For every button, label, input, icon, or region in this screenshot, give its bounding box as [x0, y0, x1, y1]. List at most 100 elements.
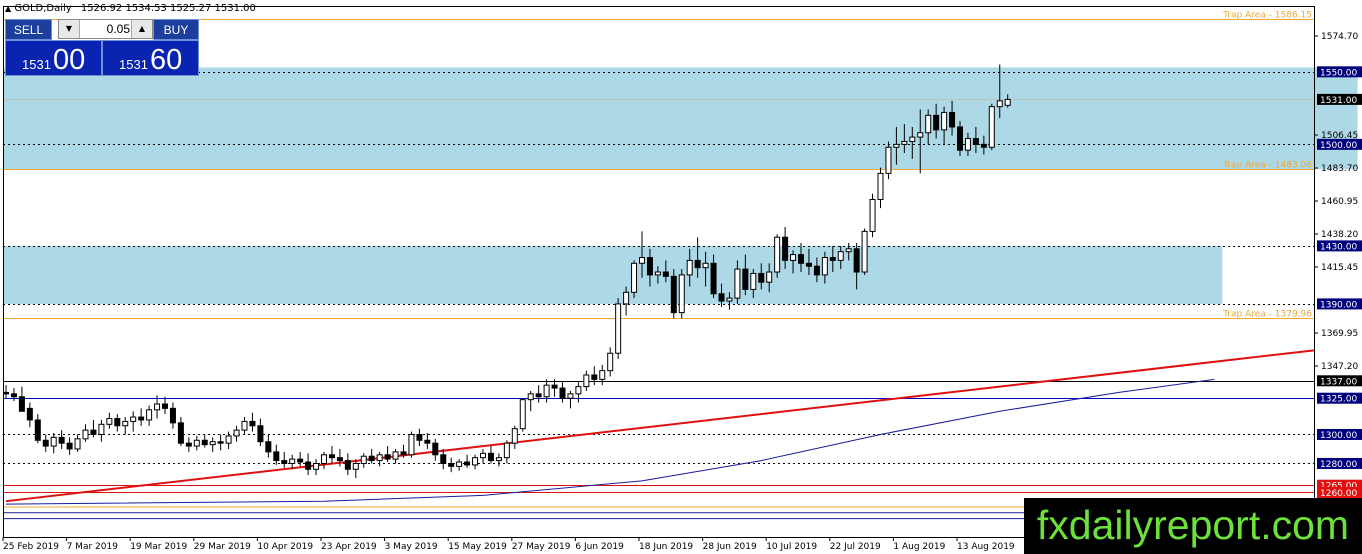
candle-17	[138, 408, 145, 426]
candle-68	[543, 379, 550, 403]
candle-12	[98, 419, 105, 442]
x-tick-label-4: 10 Apr 2019	[257, 542, 313, 552]
buy-price-button[interactable]: 1531 60	[102, 40, 199, 76]
sell-price-big: 00	[53, 44, 86, 76]
candle-29	[233, 425, 240, 442]
candle-27	[217, 434, 224, 451]
candle-body	[710, 262, 717, 295]
candle-43	[344, 453, 351, 476]
candle-body	[988, 106, 995, 148]
candle-body	[480, 452, 486, 459]
candle-71	[567, 390, 574, 409]
candle-39	[313, 459, 320, 476]
candle-body	[551, 384, 558, 389]
candle-body	[185, 442, 192, 447]
candle-body	[813, 265, 820, 276]
candle-body	[297, 458, 304, 463]
level-tag-label-8: 1280.00	[1320, 460, 1357, 470]
indicator-lines	[5, 349, 1315, 505]
candle-79	[631, 260, 638, 299]
lot-increase-icon[interactable]: ▲	[131, 20, 152, 38]
buy-price-small: 1531	[119, 57, 148, 72]
sell-button[interactable]: SELL	[5, 19, 52, 40]
lot-size-input[interactable]: ▼ 0.05 ▲	[58, 19, 153, 39]
candle-body	[321, 454, 327, 464]
buy-button[interactable]: BUY	[153, 19, 199, 40]
candle-body	[26, 407, 33, 421]
candle-body	[527, 393, 534, 401]
candle-body	[448, 462, 455, 467]
candle-31	[249, 412, 256, 432]
candle-62	[495, 453, 502, 467]
candle-body	[456, 461, 463, 467]
candle-11	[90, 419, 97, 438]
candle-body	[885, 146, 892, 174]
candle-body	[58, 436, 65, 444]
x-tick-label-13: 22 Jul 2019	[830, 542, 881, 552]
lot-decrease-icon[interactable]: ▼	[59, 20, 80, 38]
x-tick-label-8: 27 May 2019	[512, 542, 571, 552]
trendline	[5, 349, 1315, 503]
candle-body	[1004, 98, 1011, 106]
candle-15	[122, 417, 129, 435]
candle-body	[901, 140, 908, 145]
x-tick-label-7: 15 May 2019	[448, 542, 507, 552]
candle-body	[384, 454, 391, 460]
candle-body	[758, 272, 765, 283]
candle-body	[654, 271, 661, 276]
candle-109	[869, 193, 876, 238]
symbol-timeframe: GOLD,Daily	[14, 3, 72, 14]
candle-5	[42, 434, 49, 452]
ohlc-values: 1526.92 1534.53 1525.27 1531.00	[80, 3, 256, 14]
candle-body	[193, 439, 200, 447]
candle-body	[18, 396, 25, 412]
candle-body	[599, 370, 606, 380]
candle-35	[281, 451, 288, 468]
sell-price-button[interactable]: 1531 00	[5, 40, 102, 76]
level-tag-label-2: 1500.00	[1320, 141, 1357, 151]
candle-body	[289, 458, 296, 464]
trap-label-1: Trap Area - 1483.06	[1222, 161, 1312, 171]
candle-body	[623, 291, 630, 305]
collapse-icon[interactable]: ▲	[5, 4, 11, 13]
x-tick-label-3: 29 Mar 2019	[194, 542, 251, 552]
candle-70	[559, 382, 566, 403]
candle-2	[18, 386, 25, 412]
candle-body	[130, 416, 137, 422]
candle-body	[790, 254, 797, 261]
y-tick-label-0: 1574.70	[1321, 32, 1358, 42]
x-tick-label-0: 25 Feb 2019	[3, 542, 59, 552]
candle-body	[678, 274, 685, 314]
level-tag-label-0: 1550.00	[1320, 68, 1357, 78]
y-tick-label-5: 1415.45	[1321, 263, 1358, 273]
candle-76	[607, 347, 614, 377]
candle-body	[694, 259, 701, 269]
candle-body	[305, 461, 312, 470]
candle-30	[241, 417, 248, 435]
candle-body	[3, 391, 9, 395]
price-chart[interactable]: Trap Area - 1586.15 Trap Area - 1483.06 Tr…	[0, 0, 1362, 554]
candle-body	[559, 387, 566, 399]
candle-45	[360, 453, 367, 468]
candle-body	[782, 236, 789, 261]
trap-label-2: Trap Area - 1379.96	[1222, 310, 1312, 320]
candle-body	[774, 236, 781, 273]
candle-body	[154, 403, 161, 411]
x-tick-label-15: 13 Aug 2019	[957, 542, 1015, 552]
candle-77	[615, 298, 622, 360]
candle-body	[917, 132, 924, 138]
candle-32	[257, 418, 264, 447]
candle-64	[511, 425, 518, 449]
candle-66	[527, 390, 534, 412]
candle-body	[424, 439, 431, 444]
candle-57	[456, 459, 463, 471]
candle-body	[702, 262, 709, 269]
candle-18	[146, 405, 153, 426]
candle-body	[639, 256, 645, 264]
candle-body	[344, 460, 351, 470]
candle-37	[297, 451, 304, 467]
x-tick-label-2: 19 Mar 2019	[130, 542, 187, 552]
candle-13	[106, 412, 113, 429]
candle-body	[360, 455, 367, 464]
candle-body	[933, 114, 940, 131]
